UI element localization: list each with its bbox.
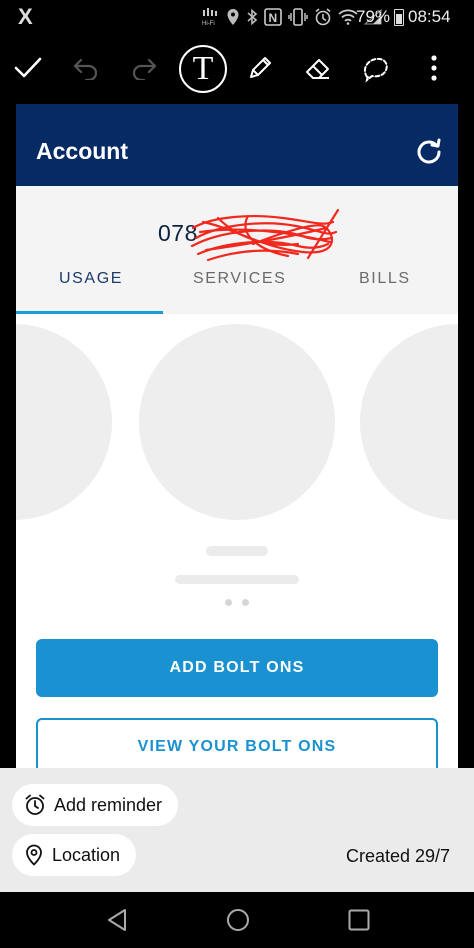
text-tool-icon: T xyxy=(179,45,227,93)
battery-icon xyxy=(394,9,404,26)
location-icon xyxy=(227,9,239,25)
status-icons: Hi-Fi N xyxy=(200,8,382,26)
bottom-sheet: Add reminder Location Created 29/7 xyxy=(0,768,474,892)
vibrate-icon xyxy=(288,8,308,26)
loading-skeleton xyxy=(175,575,299,584)
page-dot[interactable] xyxy=(225,599,232,606)
redo-icon[interactable] xyxy=(124,48,164,88)
alarm-icon xyxy=(315,8,331,26)
app-bar: Account xyxy=(16,116,458,186)
inner-status-bar xyxy=(16,104,458,116)
back-icon[interactable] xyxy=(106,908,128,932)
svg-text:Hi-Fi: Hi-Fi xyxy=(202,21,215,26)
view-bolt-ons-button[interactable]: VIEW YOUR BOLT ONS xyxy=(36,718,438,768)
wifi-icon xyxy=(338,9,358,25)
bluetooth-icon xyxy=(247,8,258,26)
tab-services[interactable]: SERVICES xyxy=(193,270,286,288)
text-tool-button[interactable]: T xyxy=(178,44,228,94)
home-icon[interactable] xyxy=(226,908,250,932)
eraser-icon[interactable] xyxy=(298,48,338,88)
hifi-icon: Hi-Fi xyxy=(202,8,217,26)
more-icon[interactable] xyxy=(414,48,454,88)
loading-skeleton xyxy=(206,546,268,556)
status-bar: X Hi-Fi N 79% 08:54 xyxy=(0,0,474,34)
battery-percent: 79% xyxy=(356,7,391,26)
editor-toolbar: T xyxy=(0,34,474,104)
pencil-icon[interactable] xyxy=(240,48,280,88)
nav-bar xyxy=(0,892,474,948)
undo-icon[interactable] xyxy=(66,48,106,88)
created-date: Created 29/7 xyxy=(346,846,451,866)
location-label: Location xyxy=(52,844,121,865)
recents-icon[interactable] xyxy=(348,909,370,931)
page-dot[interactable] xyxy=(242,599,249,606)
refresh-icon[interactable] xyxy=(416,138,442,164)
x-logo-icon: X xyxy=(18,4,33,29)
svg-text:N: N xyxy=(269,11,278,25)
redaction-scribble xyxy=(190,208,340,262)
page-title: Account xyxy=(36,138,128,164)
location-chip[interactable]: Location xyxy=(12,834,137,876)
status-time: 08:54 xyxy=(408,7,451,26)
location-pin-icon xyxy=(26,844,42,866)
confirm-icon[interactable] xyxy=(8,48,48,88)
usage-panel: ADD BOLT ONS VIEW YOUR BOLT ONS xyxy=(16,314,458,768)
lasso-icon[interactable] xyxy=(356,48,396,88)
usage-gauge-placeholder xyxy=(16,324,112,520)
screenshot-canvas: Account 078 USAGE SERVICES BILLS ADD BOL… xyxy=(16,104,458,768)
usage-gauge-placeholder xyxy=(139,324,335,520)
add-reminder-chip[interactable]: Add reminder xyxy=(12,784,179,826)
usage-gauge-placeholder xyxy=(360,324,458,520)
tab-bills[interactable]: BILLS xyxy=(359,270,411,288)
add-reminder-label: Add reminder xyxy=(54,794,163,815)
nfc-icon: N xyxy=(264,8,282,26)
add-bolt-ons-button[interactable]: ADD BOLT ONS xyxy=(36,639,438,697)
alarm-clock-icon xyxy=(25,794,45,815)
tab-usage[interactable]: USAGE xyxy=(59,270,123,288)
